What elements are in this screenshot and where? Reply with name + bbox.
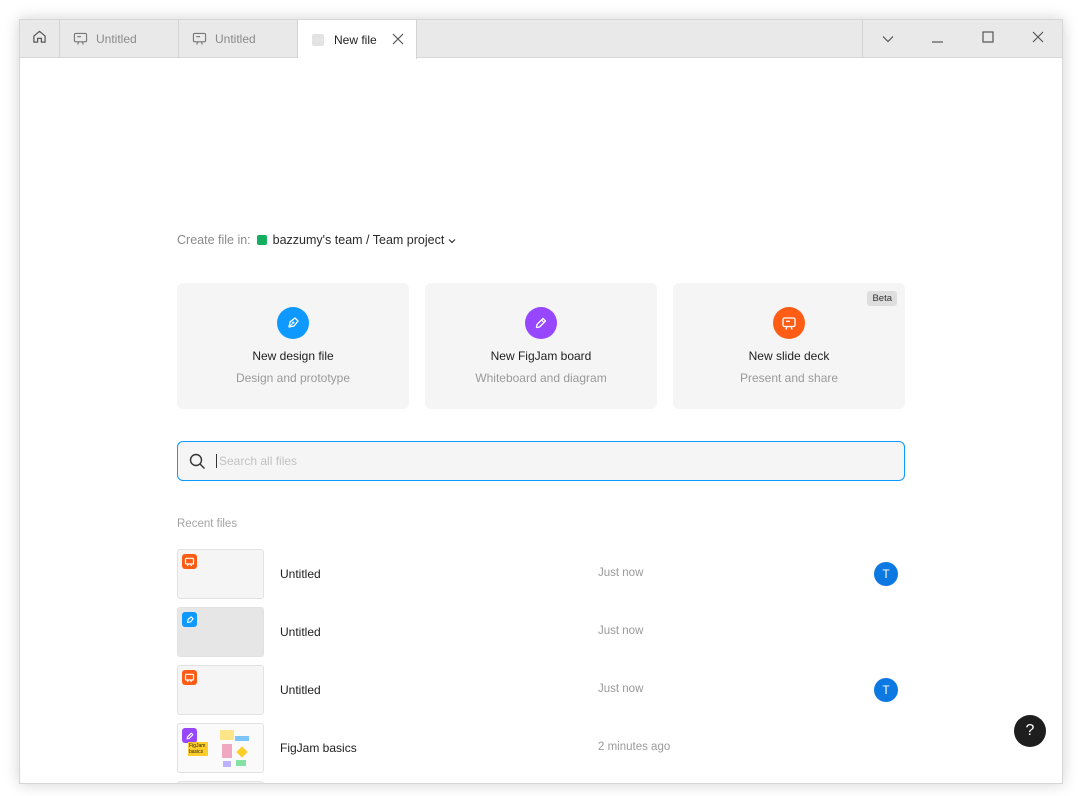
slide-icon: [773, 307, 805, 339]
file-name: Untitled: [280, 567, 321, 581]
close-icon: [1032, 30, 1044, 48]
recent-file-row[interactable]: Untitled Just now T: [177, 665, 905, 715]
tab-label: Untitled: [215, 32, 256, 46]
sticky-note: [222, 744, 232, 758]
tab-new-file[interactable]: New file: [298, 20, 417, 59]
card-subtitle: Design and prototype: [235, 371, 351, 385]
new-design-file-card[interactable]: New design file Design and prototype: [177, 283, 409, 409]
new-slide-deck-card[interactable]: Beta New slide deck Present and share: [673, 283, 905, 409]
card-title: New FigJam board: [490, 349, 592, 363]
marker-icon: [182, 728, 197, 743]
team-project-name: bazzumy's team / Team project: [272, 233, 445, 247]
maximize-icon: [982, 30, 994, 48]
create-file-location: Create file in: bazzumy's team / Team pr…: [177, 233, 456, 247]
beta-badge: Beta: [867, 291, 897, 306]
card-title: New slide deck: [748, 349, 830, 363]
recent-files-heading: Recent files: [177, 518, 238, 530]
file-thumbnail: [177, 665, 264, 715]
recent-file-row[interactable]: Untitled Just now T: [177, 549, 905, 599]
file-modified-time: 2 minutes ago: [598, 741, 671, 753]
tab-label: New file: [334, 32, 377, 47]
shape: [236, 746, 248, 758]
file-modified-time: Just now: [598, 683, 644, 695]
chevron-down-icon: [882, 30, 894, 48]
card-subtitle: Whiteboard and diagram: [475, 371, 607, 385]
sticky-note: [236, 760, 246, 766]
new-figjam-board-card[interactable]: New FigJam board Whiteboard and diagram: [425, 283, 657, 409]
avatar: T: [874, 678, 898, 702]
file-name: Untitled: [280, 683, 321, 697]
minimize-icon: [932, 30, 944, 48]
pen-icon: [182, 612, 197, 627]
file-thumbnail: [177, 781, 264, 783]
search-input[interactable]: [216, 454, 856, 468]
file-thumbnail: [177, 549, 264, 599]
slide-icon: [192, 32, 207, 46]
sticky-note: [220, 730, 234, 740]
chevron-down-icon: [448, 233, 456, 247]
home-icon: [32, 29, 47, 49]
card-title: New design file: [252, 349, 334, 363]
close-window-button[interactable]: [1013, 20, 1062, 58]
new-file-page: Create file in: bazzumy's team / Team pr…: [20, 59, 1062, 783]
blank-file-icon: [312, 33, 324, 46]
help-button[interactable]: ?: [1014, 715, 1046, 747]
create-in-label: Create file in:: [177, 233, 251, 247]
marker-icon: [525, 307, 557, 339]
recent-file-row[interactable]: [177, 781, 905, 783]
tab-bar: Untitled Untitled New file: [20, 20, 1062, 59]
tab-untitled-2[interactable]: Untitled: [179, 20, 298, 58]
file-modified-time: Just now: [598, 567, 644, 579]
file-thumbnail: [177, 607, 264, 657]
minimize-button[interactable]: [913, 20, 963, 58]
sticky-note: [223, 761, 231, 767]
tab-list-dropdown-button[interactable]: [863, 20, 913, 58]
search-icon: [189, 453, 206, 470]
sticky-note: [235, 736, 249, 741]
search-bar: [177, 441, 905, 481]
close-tab-icon[interactable]: [392, 33, 404, 45]
thumbnail-title: FigJam basics: [188, 742, 208, 756]
slide-icon: [73, 32, 88, 46]
home-tab[interactable]: [20, 20, 60, 58]
pen-icon: [277, 307, 309, 339]
tab-untitled-1[interactable]: Untitled: [60, 20, 179, 58]
app-window: Untitled Untitled New file Create file i…: [19, 19, 1063, 784]
recent-file-row[interactable]: Untitled Just now: [177, 607, 905, 657]
file-modified-time: Just now: [598, 625, 644, 637]
avatar: T: [874, 562, 898, 586]
team-project-selector[interactable]: bazzumy's team / Team project: [256, 233, 457, 247]
slide-icon: [182, 554, 197, 569]
file-thumbnail: FigJam basics: [177, 723, 264, 773]
team-color-swatch: [256, 235, 267, 245]
tab-label: Untitled: [96, 32, 137, 46]
file-name: FigJam basics: [280, 741, 357, 755]
slide-icon: [182, 670, 197, 685]
maximize-button[interactable]: [963, 20, 1013, 58]
recent-file-row[interactable]: FigJam basics FigJam basics 2 minutes ag…: [177, 723, 905, 773]
card-subtitle: Present and share: [739, 371, 839, 385]
file-name: Untitled: [280, 625, 321, 639]
